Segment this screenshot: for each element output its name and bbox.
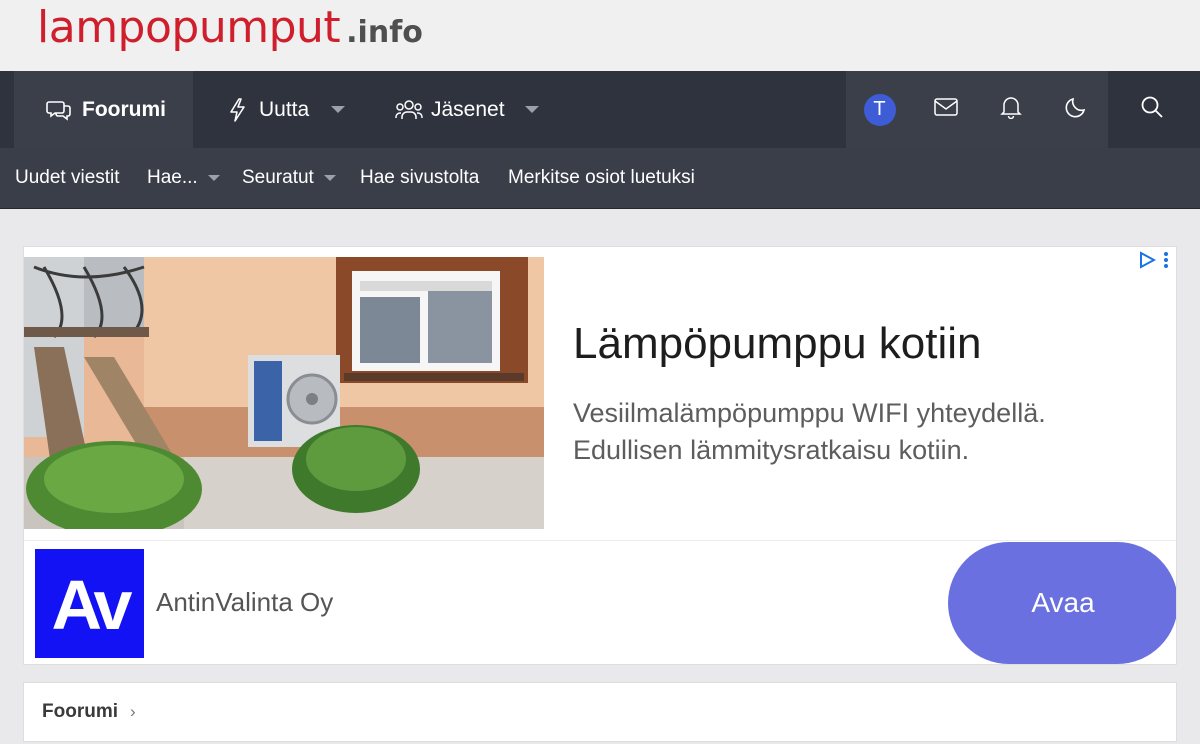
tab-foorumi[interactable]: Foorumi xyxy=(14,71,193,148)
inbox-button[interactable] xyxy=(913,71,979,148)
lightning-icon xyxy=(229,97,247,122)
chat-bubbles-icon xyxy=(46,99,72,121)
ad-open-button[interactable]: Avaa xyxy=(948,542,1176,664)
tab-jasenet[interactable]: Jäsenet xyxy=(395,71,539,148)
subnav-item-label: Seuratut xyxy=(242,167,314,188)
ad-description-line: Vesiilmalämpöpumppu WIFI yhteydellä. xyxy=(573,398,1046,428)
tab-uutta[interactable]: Uutta xyxy=(229,71,346,148)
breadcrumb: Foorumi › xyxy=(23,682,1177,742)
logo-main-text: lampopumput xyxy=(37,2,341,53)
avatar-button[interactable]: T xyxy=(846,71,913,148)
users-icon xyxy=(395,99,423,121)
ad-description-line: Edullisen lämmitysratkaisu kotiin. xyxy=(573,435,970,465)
search-icon xyxy=(1140,95,1164,124)
subnav-item-new-posts[interactable]: Uudet viestit xyxy=(15,148,120,208)
ad-headline[interactable]: Lämpöpumppu kotiin xyxy=(573,319,981,369)
advertiser-logo-text: Av xyxy=(52,566,133,644)
sub-nav: Uudet viestit Hae... Seuratut Hae sivust… xyxy=(0,148,1200,209)
search-button[interactable] xyxy=(1120,71,1184,148)
chevron-right-icon: › xyxy=(130,702,136,721)
advertiser-name[interactable]: AntinValinta Oy xyxy=(156,587,333,618)
subnav-item-search-site[interactable]: Hae sivustolta xyxy=(360,148,479,208)
chevron-down-icon[interactable] xyxy=(524,106,539,113)
ad-choices[interactable] xyxy=(1138,251,1168,274)
alerts-button[interactable] xyxy=(979,71,1043,148)
logo-tld-text: .info xyxy=(346,15,423,50)
chevron-down-icon[interactable] xyxy=(207,175,220,181)
play-triangle-icon[interactable] xyxy=(1138,251,1157,274)
subnav-item-mark-read[interactable]: Merkitse osiot luetuksi xyxy=(508,148,695,208)
moon-icon xyxy=(1064,95,1088,124)
avatar: T xyxy=(863,93,896,126)
more-vertical-icon[interactable] xyxy=(1164,252,1168,273)
theme-toggle-button[interactable] xyxy=(1043,71,1108,148)
subnav-item-watched[interactable]: Seuratut xyxy=(242,148,336,208)
ad-description: Vesiilmalämpöpumppu WIFI yhteydellä. Edu… xyxy=(573,395,1163,469)
bell-icon xyxy=(1000,95,1022,124)
tab-jasenet-label: Jäsenet xyxy=(431,97,505,121)
site-header: lampopumput .info xyxy=(0,0,1200,71)
subnav-item-label: Hae sivustolta xyxy=(360,167,480,188)
envelope-icon xyxy=(934,98,958,121)
chevron-down-icon[interactable] xyxy=(331,106,346,113)
subnav-item-label: Uudet viestit xyxy=(15,167,120,188)
subnav-item-label: Hae... xyxy=(147,167,198,188)
subnav-item-search[interactable]: Hae... xyxy=(147,148,220,208)
ad-image[interactable] xyxy=(24,257,544,537)
nav-user-area: T xyxy=(846,71,1108,148)
main-nav: Foorumi Uutta Jäsenet T xyxy=(0,71,1200,148)
site-logo[interactable]: lampopumput .info xyxy=(37,2,423,53)
breadcrumb-item-foorumi[interactable]: Foorumi xyxy=(42,701,118,723)
advertisement[interactable]: Lämpöpumppu kotiin Vesiilmalämpöpumppu W… xyxy=(23,246,1177,665)
subnav-item-label: Merkitse osiot luetuksi xyxy=(508,167,695,188)
tab-foorumi-label: Foorumi xyxy=(82,97,166,121)
chevron-down-icon[interactable] xyxy=(323,175,336,181)
advertiser-logo[interactable]: Av xyxy=(35,549,144,658)
ad-divider xyxy=(24,540,1176,541)
tab-uutta-label: Uutta xyxy=(259,97,310,121)
